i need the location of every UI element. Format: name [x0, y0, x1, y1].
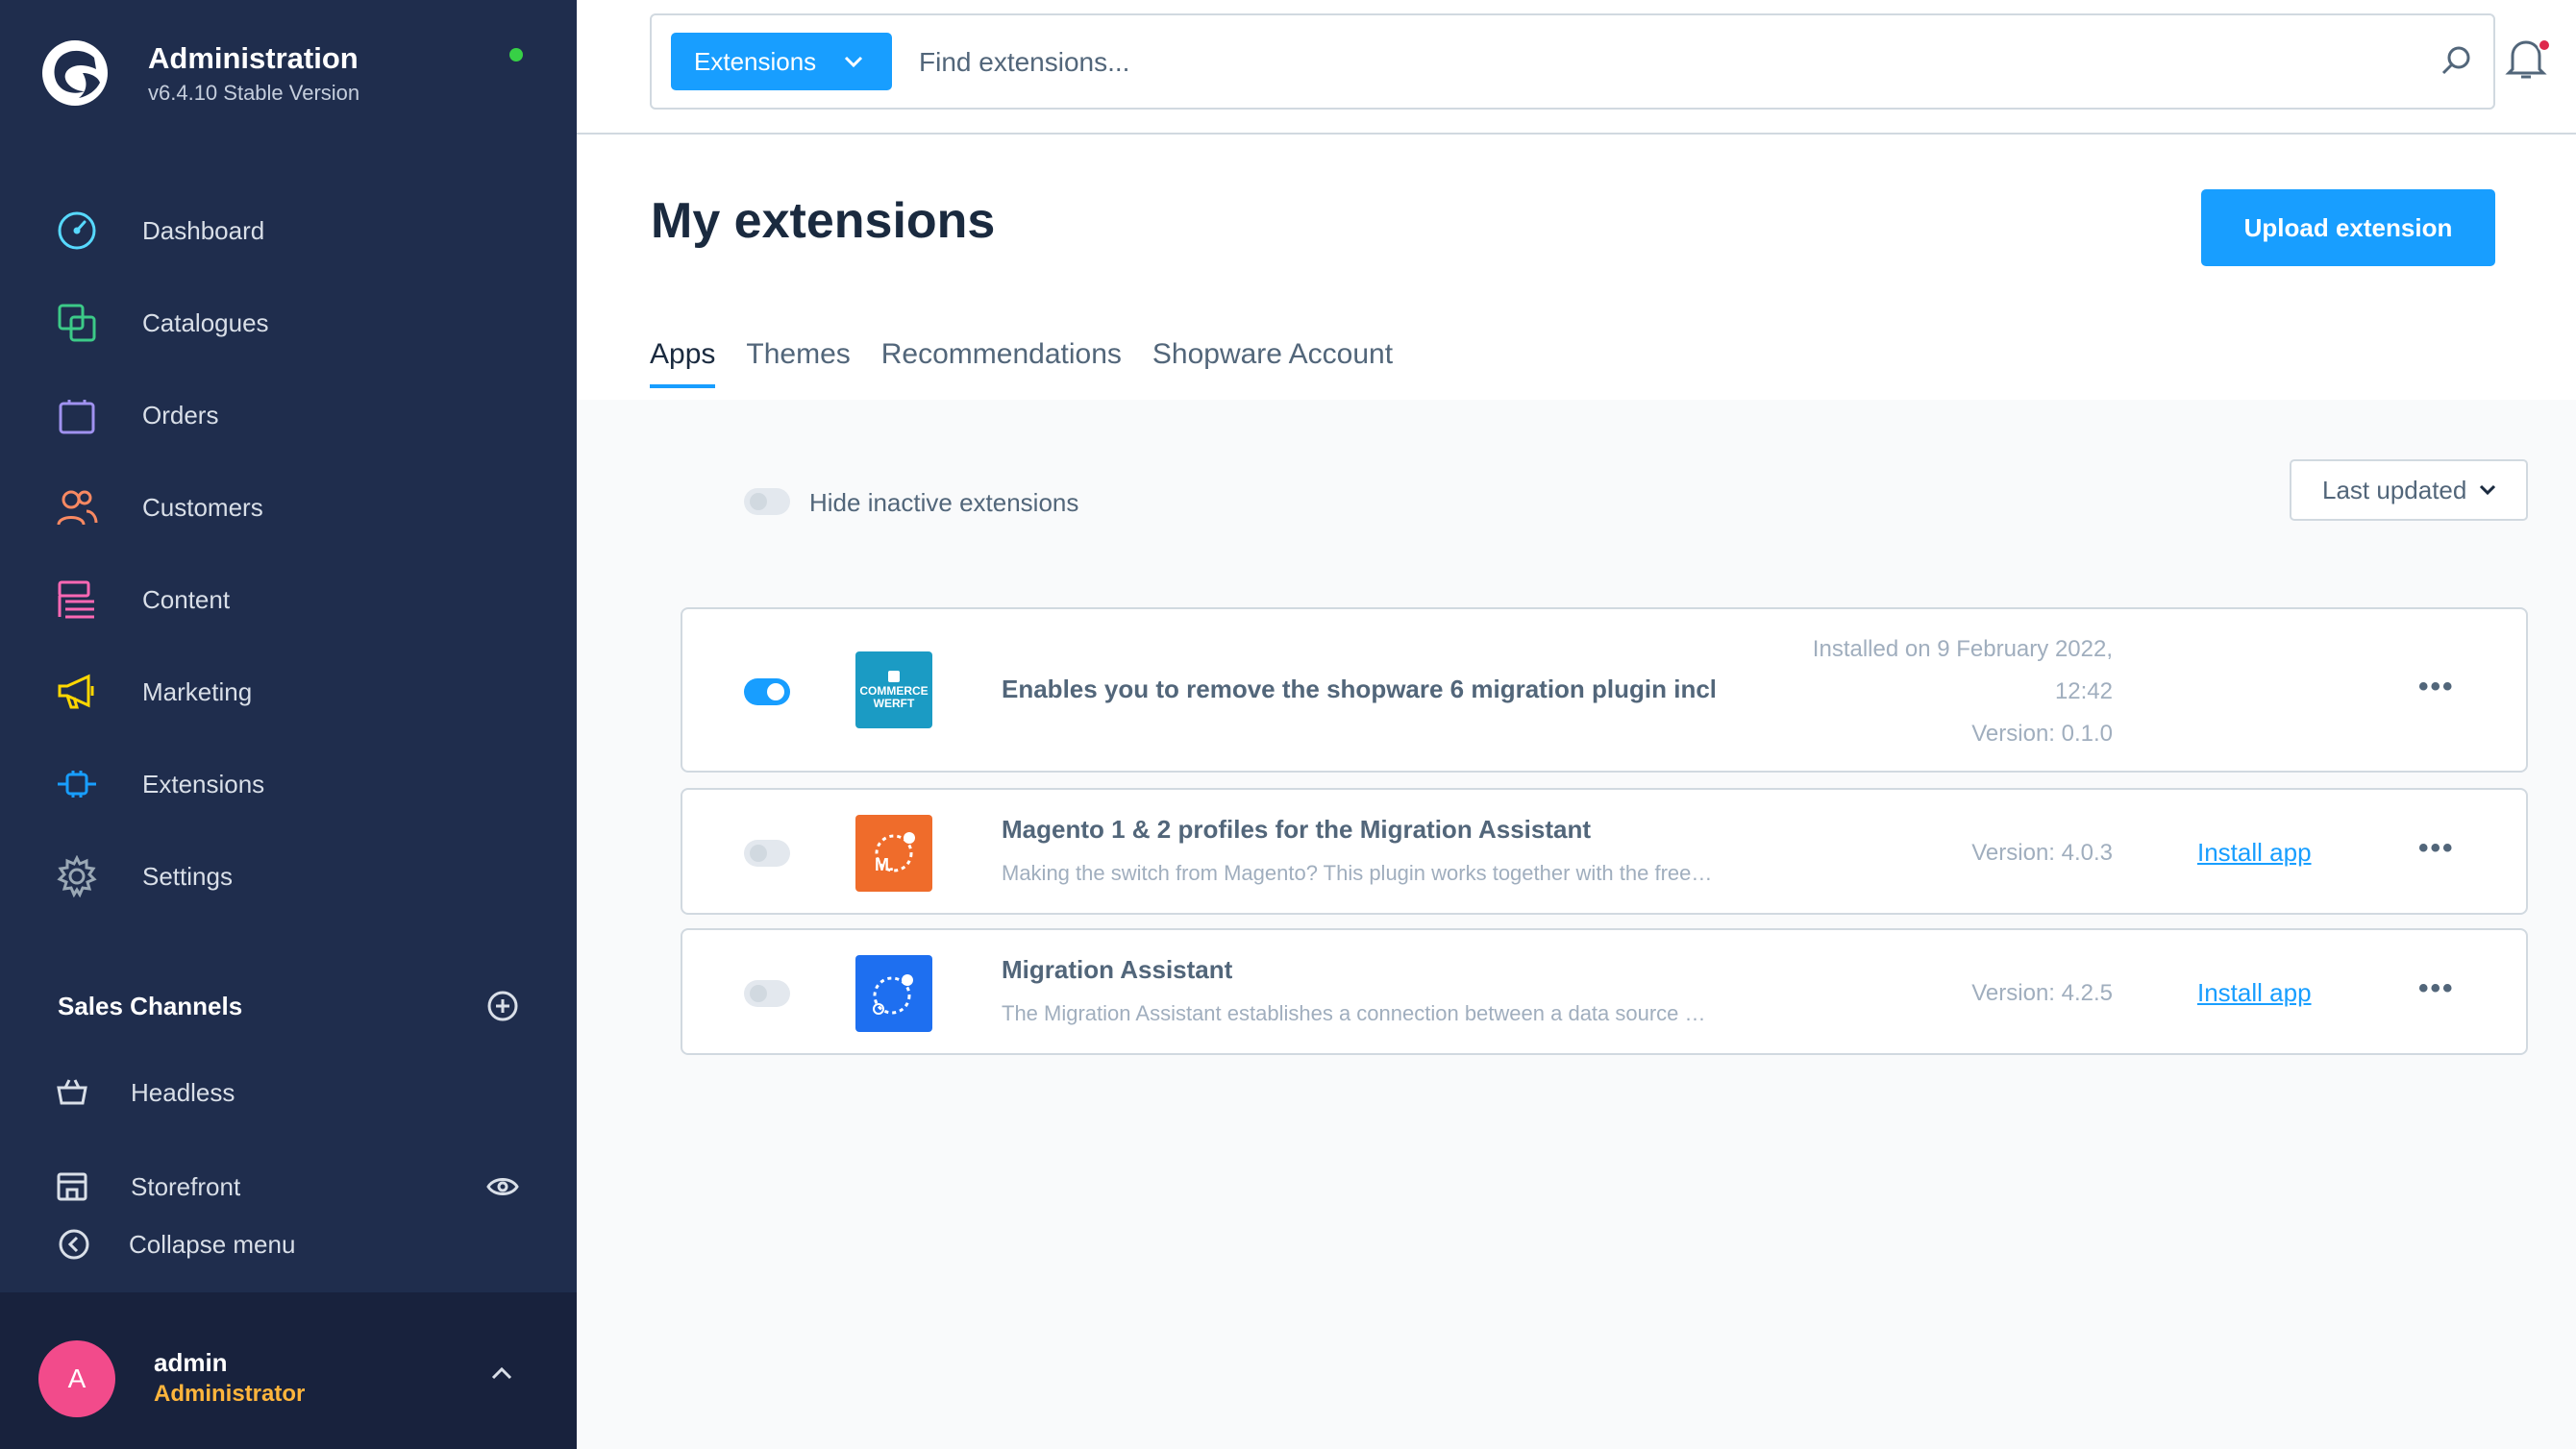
tab-bar: Apps Themes Recommendations Shopware Acc… — [650, 338, 1424, 388]
extension-name: Magento 1 & 2 profiles for the Migration… — [1002, 815, 1591, 844]
installed-date: Installed on 9 February 2022, — [1812, 636, 2113, 662]
content-icon — [56, 578, 98, 621]
page-title: My extensions — [651, 193, 996, 249]
extension-description: The Migration Assistant establishes a co… — [1002, 1001, 1713, 1025]
extension-logo-icon: M. — [855, 815, 932, 892]
online-status-dot — [509, 48, 523, 61]
more-options-button[interactable]: ••• — [2418, 832, 2455, 865]
megaphone-icon — [56, 671, 98, 713]
top-bar: Extensions — [577, 0, 2576, 135]
page-header: My extensions Upload extension Apps Them… — [577, 135, 2576, 400]
sales-channel-label: Headless — [131, 1077, 235, 1107]
extension-name: Enables you to remove the shopware 6 mig… — [1002, 675, 1715, 703]
install-app-link[interactable]: Install app — [2197, 838, 2312, 868]
basket-icon — [57, 1079, 87, 1105]
hide-inactive-toggle[interactable] — [744, 488, 790, 515]
sales-channel-headless[interactable]: Headless — [56, 1076, 527, 1109]
user-menu[interactable]: A admin Administrator — [0, 1292, 577, 1449]
sidebar-item-catalogues[interactable]: Catalogues — [0, 277, 577, 369]
extension-version: Version: 4.0.3 — [1971, 840, 2113, 866]
sidebar-item-label: Customers — [142, 492, 263, 522]
global-search: Extensions — [650, 13, 2495, 110]
add-sales-channel-icon[interactable] — [486, 990, 519, 1022]
sort-select[interactable]: Last updated — [2290, 459, 2528, 521]
sidebar-item-marketing[interactable]: Marketing — [0, 646, 577, 738]
extension-card: Migration Assistant The Migration Assist… — [681, 928, 2528, 1055]
chevron-down-icon — [2480, 484, 2496, 496]
search-input[interactable] — [919, 35, 2361, 90]
app-title: Administration — [148, 41, 359, 75]
gear-icon — [56, 855, 98, 897]
sidebar-item-label: Content — [142, 584, 231, 614]
extension-active-toggle[interactable] — [744, 678, 790, 705]
tab-recommendations[interactable]: Recommendations — [881, 338, 1122, 388]
avatar: A — [38, 1340, 115, 1417]
chevron-up-icon[interactable] — [490, 1365, 513, 1381]
sales-channels-title: Sales Channels — [58, 991, 243, 1020]
sidebar-item-dashboard[interactable]: Dashboard — [0, 184, 577, 277]
extension-logo-icon: COMMERCE WERFT — [855, 651, 932, 728]
sidebar-item-settings[interactable]: Settings — [0, 830, 577, 922]
upload-extension-button[interactable]: Upload extension — [2201, 189, 2495, 266]
extension-logo-text: COMMERCE WERFT — [859, 683, 929, 710]
brand: Administration v6.4.10 Stable Version — [38, 37, 359, 110]
sidebar: Administration v6.4.10 Stable Version Da… — [0, 0, 577, 1449]
chevron-down-icon — [845, 56, 863, 68]
sales-channel-label: Storefront — [131, 1171, 241, 1201]
sidebar-item-content[interactable]: Content — [0, 553, 577, 646]
sidebar-item-customers[interactable]: Customers — [0, 461, 577, 553]
hide-inactive-label: Hide inactive extensions — [809, 488, 1079, 517]
extensions-content: Hide inactive extensions Last updated CO… — [577, 400, 2576, 1449]
extension-version: Version: 4.2.5 — [1971, 980, 2113, 1006]
sidebar-item-label: Marketing — [142, 676, 253, 706]
notification-badge — [2538, 38, 2551, 52]
shopping-bag-icon — [56, 394, 98, 436]
sales-channel-storefront[interactable]: Storefront — [56, 1170, 527, 1203]
user-role: Administrator — [154, 1381, 306, 1407]
installed-time: 12:42 — [2054, 678, 2113, 704]
app-version: v6.4.10 Stable Version — [148, 81, 360, 105]
sidebar-item-label: Dashboard — [142, 215, 265, 245]
search-type-label: Extensions — [694, 46, 817, 76]
sidebar-item-extensions[interactable]: Extensions — [0, 738, 577, 830]
extension-active-toggle[interactable] — [744, 980, 790, 1007]
tab-shopware-account[interactable]: Shopware Account — [1152, 338, 1393, 388]
eye-icon[interactable] — [486, 1175, 519, 1198]
catalogue-icon — [56, 302, 98, 344]
plug-icon — [56, 763, 98, 805]
sidebar-item-label: Settings — [142, 861, 233, 891]
collapse-menu-label: Collapse menu — [129, 1229, 296, 1259]
main-nav: Dashboard Catalogues Orders Customers Co… — [0, 184, 577, 922]
extension-card: COMMERCE WERFT Enables you to remove the… — [681, 607, 2528, 773]
extension-card: M. Magento 1 & 2 profiles for the Migrat… — [681, 788, 2528, 915]
storefront-icon — [57, 1172, 87, 1201]
extension-description: Making the switch from Magento? This plu… — [1002, 861, 1713, 885]
sales-channels-header: Sales Channels — [58, 990, 519, 1022]
install-app-link[interactable]: Install app — [2197, 978, 2312, 1008]
tab-apps[interactable]: Apps — [650, 338, 716, 388]
more-options-button[interactable]: ••• — [2418, 972, 2455, 1005]
shopware-logo-icon — [42, 40, 108, 106]
sort-label: Last updated — [2322, 475, 2467, 504]
chevron-left-circle-icon — [59, 1229, 89, 1260]
sidebar-item-orders[interactable]: Orders — [0, 369, 577, 461]
extension-version: Version: 0.1.0 — [1971, 721, 2113, 747]
sidebar-item-label: Extensions — [142, 769, 265, 798]
more-options-button[interactable]: ••• — [2418, 671, 2455, 703]
dashboard-icon — [56, 209, 98, 252]
extension-logo-text: M. — [875, 855, 894, 874]
sidebar-item-label: Catalogues — [142, 307, 269, 337]
search-icon[interactable] — [2440, 44, 2474, 79]
collapse-menu-button[interactable]: Collapse menu — [58, 1228, 295, 1261]
user-name: admin — [154, 1348, 228, 1377]
extension-name: Migration Assistant — [1002, 955, 1233, 984]
extension-logo-icon — [855, 955, 932, 1032]
users-icon — [56, 486, 98, 528]
extension-active-toggle[interactable] — [744, 840, 790, 867]
sidebar-item-label: Orders — [142, 400, 219, 430]
search-type-select[interactable]: Extensions — [671, 33, 892, 90]
extension-meta: Installed on 9 February 2022, 12:42 Vers… — [1813, 628, 2113, 755]
tab-themes[interactable]: Themes — [746, 338, 850, 388]
